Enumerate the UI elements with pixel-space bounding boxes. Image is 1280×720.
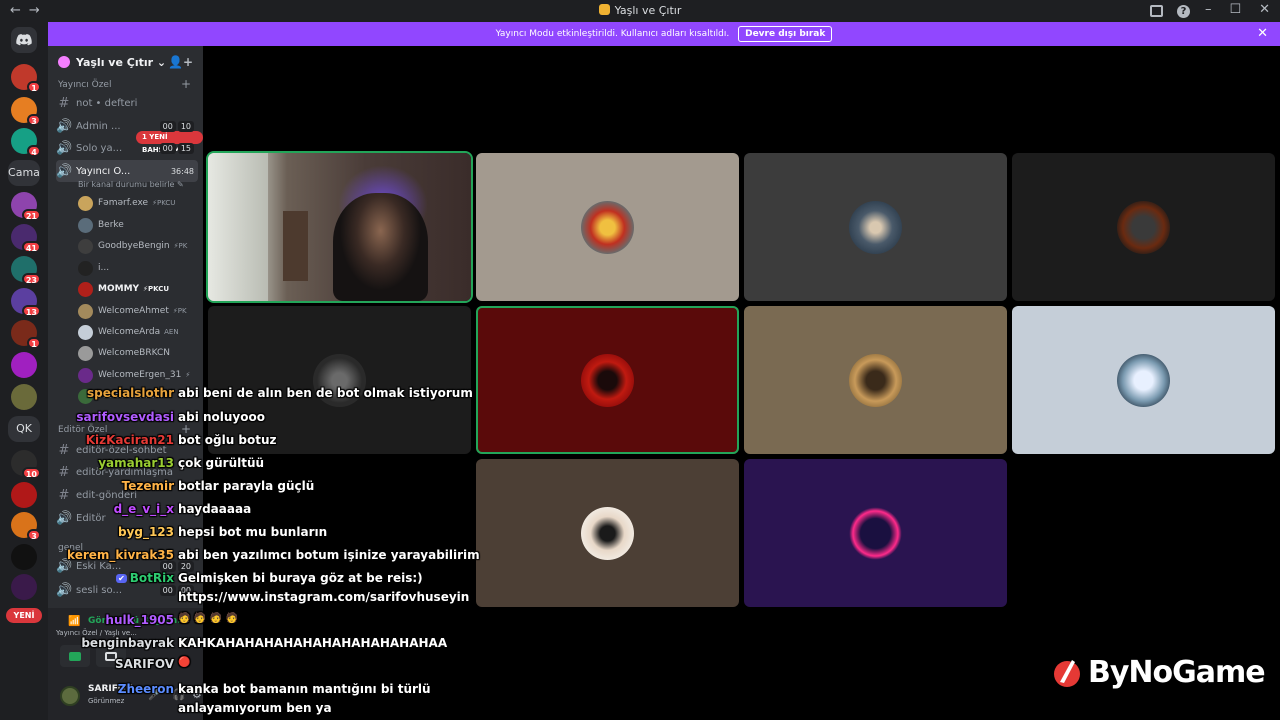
server-icon[interactable]: 23 bbox=[11, 256, 41, 285]
avatar bbox=[78, 367, 93, 383]
server-text-icon[interactable]: QK bbox=[8, 416, 40, 442]
video-tile[interactable] bbox=[744, 459, 1007, 607]
speaker-icon: 🔊 bbox=[56, 163, 73, 179]
server-icon[interactable] bbox=[11, 352, 37, 378]
avatar[interactable] bbox=[60, 686, 80, 706]
server-icon[interactable]: 10 bbox=[11, 450, 41, 479]
bynogame-logo-icon bbox=[1054, 659, 1080, 687]
discord-icon bbox=[16, 34, 32, 46]
server-icon[interactable]: 21 bbox=[11, 192, 41, 221]
voice-member[interactable]: MOMMY ⚡PKCU bbox=[78, 280, 198, 298]
voice-member[interactable]: Fəmərf.exe ⚡PKCU bbox=[78, 194, 198, 212]
server-icon[interactable]: 41 bbox=[11, 224, 41, 253]
bynogame-logo: ByNoGame bbox=[1052, 655, 1266, 690]
hash-icon: # bbox=[58, 464, 70, 480]
streamer-video bbox=[333, 193, 428, 301]
avatar bbox=[78, 195, 93, 211]
avatar bbox=[78, 238, 93, 254]
channel-admin[interactable]: 🔊 Admin ... 00 10 bbox=[56, 116, 198, 136]
user-status: Görünmez bbox=[88, 697, 125, 705]
server-icon[interactable]: 13 bbox=[11, 288, 41, 317]
video-tile[interactable] bbox=[744, 306, 1007, 454]
title-bar: ←→ Yaşlı ve Çıtır ? – ☐ ✕ bbox=[0, 0, 1280, 22]
close-icon[interactable]: ✕ bbox=[1257, 22, 1268, 46]
dm-avatar[interactable]: 4 bbox=[11, 128, 41, 157]
avatar bbox=[581, 201, 634, 254]
voice-member[interactable]: WelcomeArda AEN bbox=[78, 323, 198, 341]
video-tile[interactable] bbox=[476, 459, 739, 607]
voice-member[interactable]: WelcomeErgen_31 ⚡ bbox=[78, 366, 198, 384]
voice-member[interactable]: WelcomeAhmet ⚡PK bbox=[78, 302, 198, 320]
channel-solo[interactable]: 🔊 Solo ya... 00 15 bbox=[56, 138, 198, 158]
avatar bbox=[78, 324, 93, 340]
avatar bbox=[581, 507, 634, 560]
hash-icon: # bbox=[58, 487, 70, 503]
video-tile[interactable] bbox=[208, 306, 471, 454]
server-icon[interactable] bbox=[11, 482, 37, 508]
avatar bbox=[1117, 354, 1170, 407]
voice-member[interactable]: GoodbyeBengin ⚡PK bbox=[78, 237, 198, 255]
server-icon bbox=[598, 4, 610, 15]
server-icon[interactable] bbox=[11, 544, 37, 570]
video-tile-speaking[interactable] bbox=[476, 306, 739, 454]
banner-text: Yayıncı Modu etkinleştirildi. Kullanıcı … bbox=[495, 29, 730, 39]
disable-streamer-mode-button[interactable]: Devre dışı bırak bbox=[738, 26, 833, 42]
avatar bbox=[78, 345, 93, 361]
voice-member[interactable]: WelcomeBRKCN bbox=[78, 344, 198, 362]
maximize-button[interactable]: ☐ bbox=[1229, 2, 1241, 17]
dm-avatar[interactable]: 1 bbox=[11, 64, 41, 93]
avatar bbox=[581, 354, 634, 407]
server-icon[interactable] bbox=[11, 384, 37, 410]
avatar bbox=[78, 217, 93, 233]
avatar bbox=[78, 303, 93, 319]
video-tile[interactable] bbox=[744, 153, 1007, 301]
streamer-mode-banner: Yayıncı Modu etkinleştirildi. Kullanıcı … bbox=[48, 22, 1280, 46]
discord-home-button[interactable] bbox=[11, 27, 37, 53]
avatar bbox=[849, 354, 902, 407]
hash-icon: # bbox=[58, 442, 70, 458]
add-channel-icon[interactable]: + bbox=[181, 77, 191, 91]
bot-badge-icon: ✔ bbox=[116, 574, 127, 583]
window-title: Yaşlı ve Çıtır bbox=[0, 4, 1280, 17]
chevron-down-icon: ⌄ bbox=[156, 55, 167, 69]
video-tile[interactable] bbox=[476, 153, 739, 301]
speaker-icon: 🔊 bbox=[56, 118, 73, 134]
dm-avatar[interactable]: 3 bbox=[11, 97, 41, 126]
close-window-button[interactable]: ✕ bbox=[1259, 2, 1270, 17]
boost-icon bbox=[58, 56, 70, 68]
category-yayinci[interactable]: Yayıncı Özel + bbox=[58, 77, 191, 91]
server-list: 1 3 4 Cama 21 41 23 13 1 QK 10 3 YENİ bbox=[0, 22, 48, 720]
server-icon[interactable]: 3 bbox=[11, 512, 41, 541]
help-icon[interactable]: ? bbox=[1177, 5, 1190, 18]
hash-icon: # bbox=[58, 95, 70, 111]
speaker-icon: 🔊 bbox=[56, 582, 73, 598]
server-text-icon[interactable]: Cama bbox=[8, 160, 40, 186]
new-unread-pill[interactable]: YENİ bbox=[6, 608, 42, 623]
video-background bbox=[208, 153, 268, 301]
avatar bbox=[849, 507, 902, 560]
avatar bbox=[78, 281, 93, 297]
inbox-icon[interactable] bbox=[1150, 5, 1163, 17]
video-tile[interactable] bbox=[1012, 153, 1275, 301]
server-icon[interactable] bbox=[11, 574, 37, 600]
avatar bbox=[849, 201, 902, 254]
server-icon[interactable]: 1 bbox=[11, 320, 41, 349]
speaker-icon: 🔊 bbox=[56, 140, 73, 156]
voice-member[interactable]: Berke bbox=[78, 216, 198, 234]
channel-yayinci-active[interactable]: 🔊 Yayıncı Ö... 36:48 bbox=[56, 160, 198, 182]
voice-member[interactable]: i... bbox=[78, 259, 198, 277]
avatar bbox=[78, 260, 93, 276]
minimize-button[interactable]: – bbox=[1205, 2, 1212, 17]
channel-status-setter[interactable]: Bir kanal durumu belirle ✎ bbox=[78, 180, 184, 189]
server-header[interactable]: Yaşlı ve Çıtır ⌄ 👤+ bbox=[48, 46, 203, 78]
video-tile-camera[interactable] bbox=[208, 153, 471, 301]
invite-icon[interactable]: 👤+ bbox=[168, 55, 193, 69]
video-tile[interactable] bbox=[1012, 306, 1275, 454]
signal-icon[interactable]: 📶 bbox=[68, 616, 80, 627]
speaker-icon: 🔊 bbox=[56, 510, 73, 526]
video-background bbox=[283, 211, 308, 281]
channel-notes[interactable]: # not • defteri bbox=[56, 93, 198, 113]
camera-icon bbox=[69, 651, 81, 661]
avatar bbox=[1117, 201, 1170, 254]
